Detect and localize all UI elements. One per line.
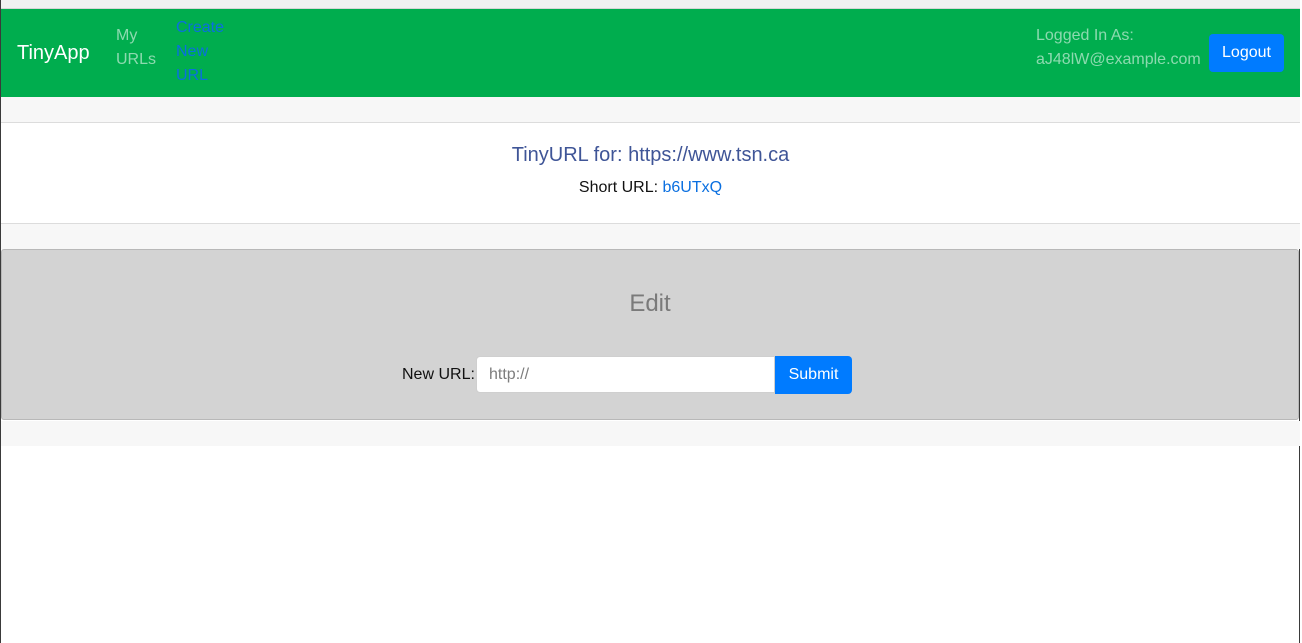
logged-in-label: Logged In As: (1036, 27, 1134, 44)
url-info-section: TinyURL for: https://www.tsn.ca Short UR… (1, 123, 1300, 224)
short-url-line: Short URL: b6UTxQ (1, 178, 1300, 198)
page-title: TinyURL for: https://www.tsn.ca (511, 144, 790, 166)
section-spacer (1, 421, 1300, 446)
edit-heading: Edit (629, 290, 671, 317)
logged-in-info: Logged In As: aJ48lW@example.com (1036, 24, 1201, 72)
submit-button[interactable]: Submit (775, 356, 852, 394)
new-url-input[interactable] (476, 356, 775, 393)
brand-link[interactable]: TinyApp (17, 41, 90, 65)
section-spacer (1, 97, 1300, 123)
user-email: aJ48lW@example.com (1036, 51, 1201, 68)
nav-link-my-urls[interactable]: My URLs (116, 24, 162, 72)
short-url-label: Short URL: (578, 179, 659, 196)
short-url-link[interactable]: b6UTxQ (663, 179, 723, 196)
navbar: TinyApp My URLs Create New URL Logged In… (1, 9, 1300, 97)
edit-panel: Edit New URL: Submit (1, 249, 1299, 420)
section-spacer (1, 224, 1300, 249)
nav-link-create-new-url[interactable]: Create New URL (176, 16, 228, 88)
top-strip (1, 0, 1300, 9)
logout-button[interactable]: Logout (1209, 34, 1284, 72)
new-url-label: New URL: (402, 366, 475, 383)
